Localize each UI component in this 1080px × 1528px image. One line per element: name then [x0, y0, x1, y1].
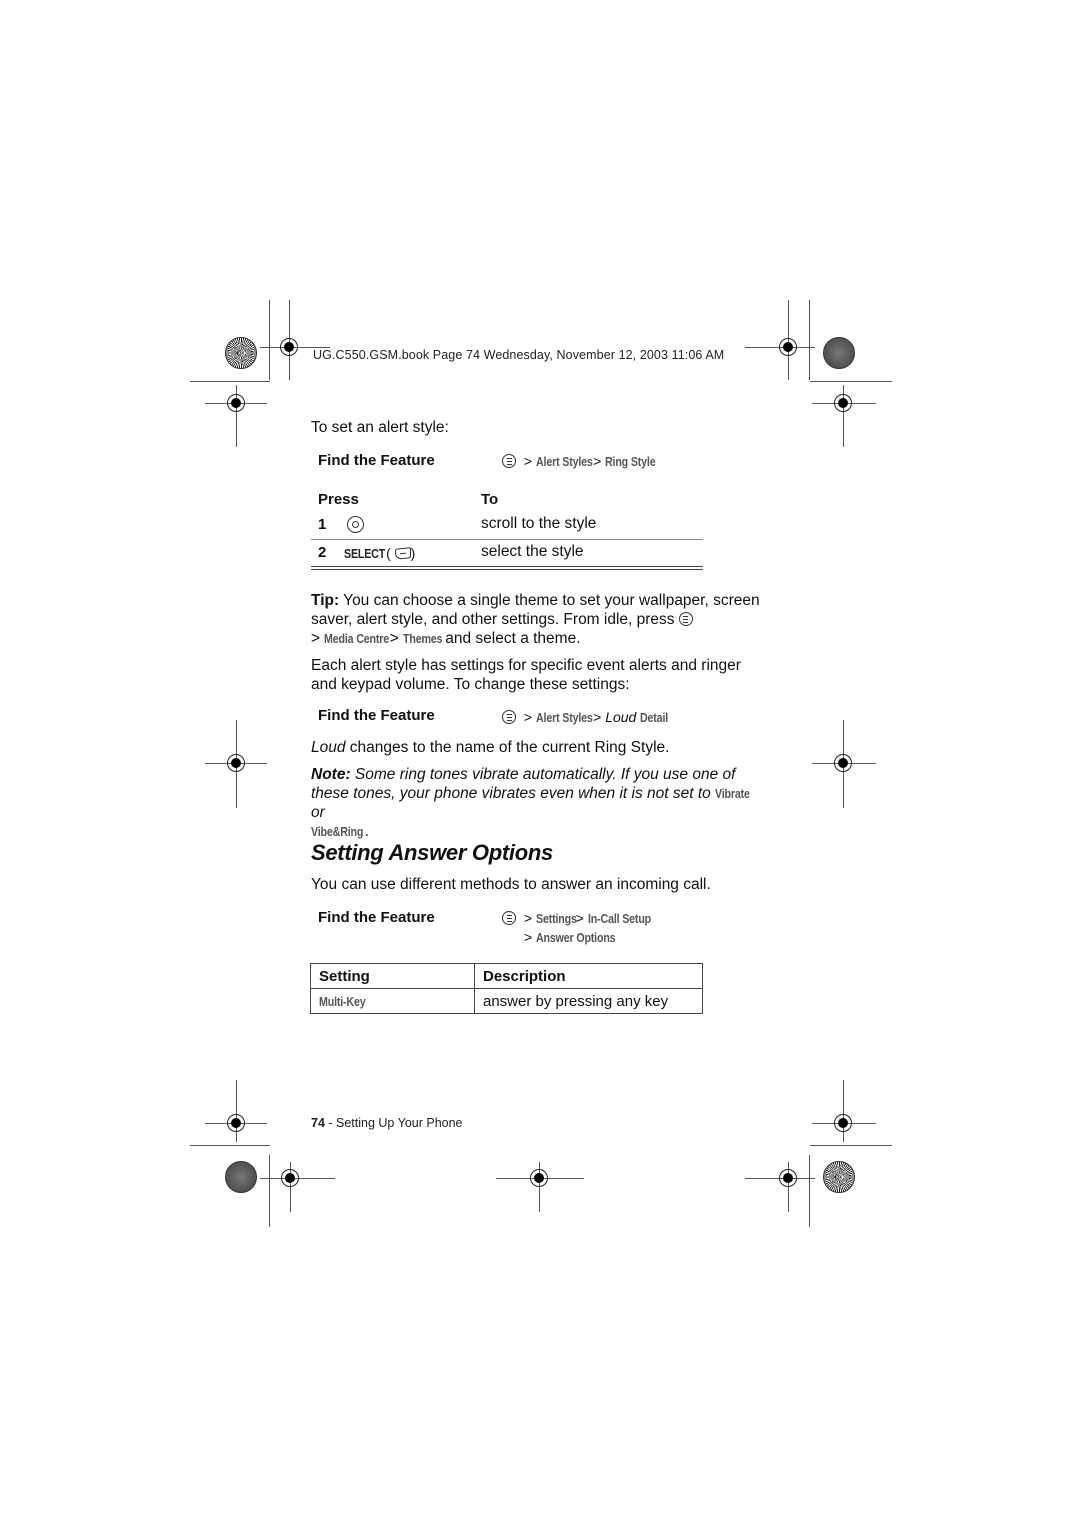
column-header-description: Description	[474, 963, 703, 989]
table-row: Multi-Key answer by pressing any key	[310, 988, 703, 1014]
registration-target-icon	[227, 1114, 245, 1132]
alert-settings-paragraph: Each alert style has settings for specif…	[311, 657, 741, 693]
menu-term: Detail	[640, 710, 669, 725]
step-action: select the style	[481, 543, 584, 560]
soft-key-label: SELECT( )	[344, 545, 416, 561]
note-paragraph: Note: Some ring tones vibrate automatica…	[311, 766, 750, 840]
row-divider	[311, 539, 703, 540]
step-action: scroll to the style	[481, 515, 597, 532]
answer-options-table: Setting Description Multi-Key answer by …	[310, 963, 703, 1014]
registration-target-icon	[779, 1169, 797, 1187]
find-feature-label: Find the Feature	[318, 707, 435, 724]
steps-header-to: To	[481, 491, 499, 508]
page-footer: 74 - Setting Up Your Phone	[311, 1116, 463, 1130]
menu-term: Answer Options	[536, 930, 616, 945]
step-number: 1	[318, 516, 327, 533]
print-header-slug: UG.C550.GSM.book Page 74 Wednesday, Nove…	[313, 348, 725, 362]
menu-path-3: > Settings> In-Call Setup	[502, 910, 665, 926]
note-label: Note:	[311, 766, 351, 783]
footer-section: Setting Up Your Phone	[336, 1116, 463, 1130]
registration-target-icon	[227, 754, 245, 772]
registration-target-icon	[834, 1114, 852, 1132]
table-bottom-rule	[311, 569, 703, 570]
steps-table: Press To 1 scroll to the style 2 SELECT(…	[0, 0, 1080, 570]
registration-target-icon	[227, 394, 245, 412]
setting-cell: Multi-Key	[310, 988, 475, 1014]
gray-registration-mark	[225, 1161, 257, 1193]
menu-term: Ring Style	[605, 454, 656, 469]
menu-term: Vibe&Ring	[311, 824, 364, 839]
menu-key-icon	[502, 454, 516, 468]
find-feature-label: Find the Feature	[318, 452, 435, 469]
menu-path-1: > Alert Styles> Ring Style	[502, 453, 667, 469]
steps-header-press: Press	[318, 491, 359, 508]
gray-registration-mark	[823, 337, 855, 369]
registration-target-icon	[280, 338, 298, 356]
registration-target-icon	[281, 1169, 299, 1187]
table-bottom-rule	[311, 566, 703, 567]
loud-explanation: Loud changes to the name of the current …	[311, 739, 670, 756]
menu-term: Themes	[402, 631, 443, 646]
find-feature-label: Find the Feature	[318, 909, 435, 926]
menu-term: Vibrate	[715, 786, 750, 801]
registration-target-icon	[834, 754, 852, 772]
step-number: 2	[318, 544, 327, 561]
tip-label: Tip:	[311, 592, 340, 609]
menu-term: In-Call Setup	[587, 911, 651, 926]
soft-key-icon	[394, 547, 411, 560]
page-number: 74	[311, 1116, 325, 1130]
menu-key-icon	[502, 710, 516, 724]
menu-path-2: > Alert Styles> Loud Detail	[502, 709, 674, 725]
nav-key-icon	[347, 516, 364, 533]
menu-term: Media Centre	[324, 631, 390, 646]
registration-target-icon	[779, 338, 797, 356]
section-intro: You can use different methods to answer …	[311, 876, 711, 893]
step-row: 1 scroll to the style	[0, 0, 1080, 533]
registration-target-icon	[834, 394, 852, 412]
menu-term: Alert Styles	[535, 710, 593, 725]
menu-key-icon	[678, 612, 693, 626]
menu-term: Settings	[535, 911, 577, 926]
column-header-setting: Setting	[310, 963, 475, 989]
description-cell: answer by pressing any key	[474, 988, 703, 1014]
menu-term: Alert Styles	[535, 454, 593, 469]
intro-text: To set an alert style:	[311, 419, 449, 436]
menu-path-3-continued: > Answer Options	[524, 929, 616, 945]
tip-paragraph: Tip: You can choose a single theme to se…	[311, 592, 760, 647]
menu-term-variable: Loud	[605, 709, 637, 725]
starburst-registration-mark	[225, 337, 257, 369]
starburst-registration-mark	[823, 1161, 855, 1193]
registration-target-icon	[530, 1169, 548, 1187]
table-header-row: Setting Description	[310, 963, 703, 989]
section-heading: Setting Answer Options	[311, 840, 553, 865]
menu-key-icon	[502, 911, 516, 925]
